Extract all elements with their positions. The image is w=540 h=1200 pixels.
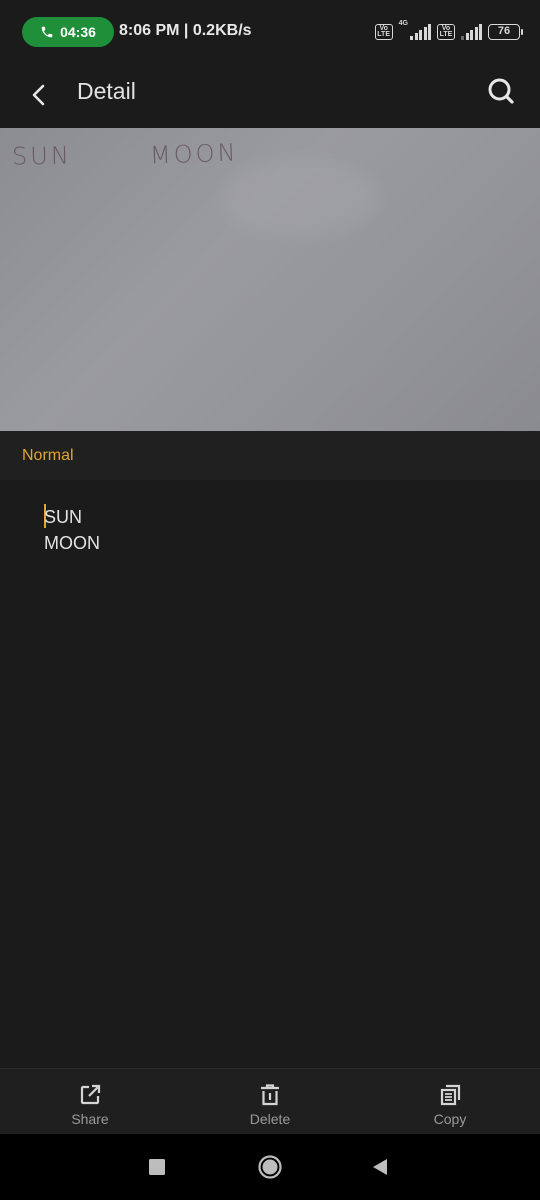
signal-icon (410, 24, 431, 40)
phone-icon (41, 26, 53, 38)
copy-label: Copy (433, 1111, 467, 1127)
scanned-image-preview[interactable]: SUN MOON (0, 128, 540, 431)
battery-icon: 76 (488, 24, 523, 40)
delete-label: Delete (249, 1111, 291, 1127)
delete-button[interactable]: Delete (180, 1069, 360, 1134)
handwritten-word-sun: SUN (11, 141, 73, 171)
copy-icon (440, 1084, 461, 1106)
text-line: SUN (44, 507, 83, 527)
share-icon (80, 1084, 101, 1105)
copy-button[interactable]: Copy (360, 1069, 540, 1134)
nav-back-button[interactable] (367, 1154, 393, 1180)
call-timer: 04:36 (60, 24, 96, 40)
home-button[interactable] (257, 1154, 283, 1180)
delete-icon (261, 1084, 279, 1106)
status-time-speed: 8:06 PM | 0.2KB/s (119, 22, 252, 39)
recent-apps-icon (149, 1159, 165, 1175)
action-bar: Share Delete Copy (0, 1068, 540, 1134)
volte-icon-2: Vo LTE (437, 24, 455, 40)
mode-bar: Normal (0, 431, 540, 480)
ongoing-call-pill[interactable]: 04:36 (22, 17, 114, 47)
system-nav-bar (0, 1134, 540, 1200)
share-label: Share (71, 1111, 109, 1127)
recognized-text-area[interactable]: SUN MOON (0, 480, 540, 1068)
volte-icon: Vo LTE (374, 24, 393, 40)
search-icon (488, 78, 514, 104)
page-title: Detail (77, 78, 136, 104)
back-arrow-icon (32, 84, 45, 106)
nav-back-icon (373, 1159, 387, 1175)
network-type: 4G (398, 20, 408, 27)
mode-label[interactable]: Normal (22, 447, 74, 465)
app-header: Detail (0, 64, 540, 128)
handwritten-word-moon: MOON (149, 138, 239, 170)
status-bar: 04:36 8:06 PM | 0.2KB/s Vo LTE 4G Vo LTE… (0, 0, 540, 64)
recent-apps-button[interactable] (144, 1154, 170, 1180)
share-button[interactable]: Share (0, 1069, 180, 1134)
signal-icon-2 (461, 24, 482, 40)
text-line: MOON (44, 533, 100, 553)
search-button[interactable] (484, 74, 518, 108)
status-icons: Vo LTE 4G Vo LTE 76 (374, 20, 523, 44)
home-icon (258, 1155, 282, 1179)
back-button[interactable] (22, 78, 56, 112)
